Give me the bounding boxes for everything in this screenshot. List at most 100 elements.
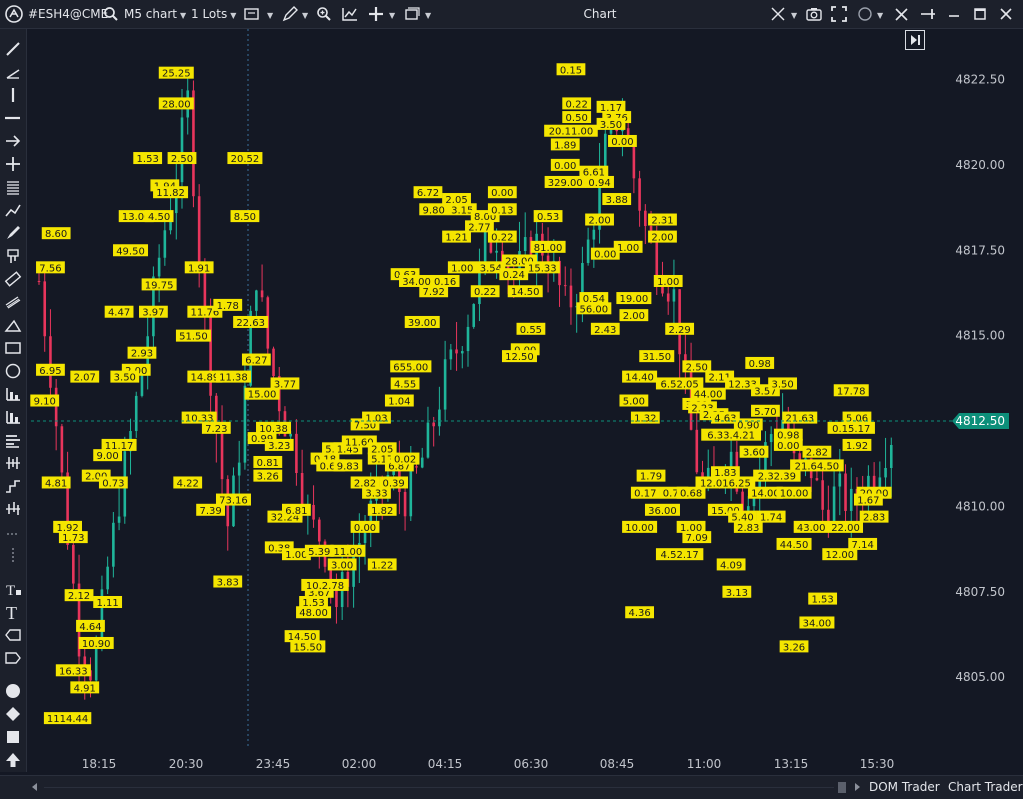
order-panel-icon[interactable] xyxy=(242,4,262,24)
candle-body xyxy=(426,422,430,458)
rectangle-tool-icon[interactable] xyxy=(3,338,23,358)
text-lock-tool-icon[interactable]: T xyxy=(3,579,23,599)
timeframe-dropdown[interactable]: M5 chart ▼ xyxy=(124,0,186,28)
ruler-tool-icon[interactable] xyxy=(3,269,23,289)
fibonacci-tool-icon[interactable] xyxy=(3,177,23,197)
price-chart[interactable]: 25.2528.001.532.5020.521.9411.8213.004.5… xyxy=(27,29,1023,774)
close-icon[interactable] xyxy=(996,4,1016,24)
indicators-icon[interactable] xyxy=(340,4,360,24)
minimize-icon[interactable] xyxy=(944,4,964,24)
order-panel-dropdown-arrow[interactable]: ▼ xyxy=(264,0,273,28)
trade-label: 10.00 xyxy=(622,520,658,534)
channel-tool-icon[interactable] xyxy=(3,292,23,312)
trade-label: 0.81 xyxy=(253,455,283,469)
square-marker-icon[interactable] xyxy=(3,727,23,747)
scroll-to-realtime-button[interactable] xyxy=(905,30,925,50)
trade-label: 0.55 xyxy=(516,322,546,336)
pitchfork-tool-icon[interactable] xyxy=(3,246,23,266)
crosshair-dropdown-arrow[interactable]: ▼ xyxy=(788,0,797,28)
templates-icon[interactable] xyxy=(402,4,422,24)
trade-label: 15.00 xyxy=(244,387,280,401)
pencil-icon[interactable] xyxy=(280,4,300,24)
fullscreen-icon[interactable] xyxy=(829,4,849,24)
lots-dropdown[interactable]: 1 Lots ▼ xyxy=(191,0,236,28)
ellipse-tool-icon[interactable] xyxy=(3,361,23,381)
candle-body xyxy=(112,522,115,567)
zoom-icon[interactable] xyxy=(314,4,334,24)
app-logo-icon[interactable] xyxy=(4,4,24,24)
bars-pattern-tool-icon[interactable] xyxy=(3,407,23,427)
step-line-tool-icon[interactable] xyxy=(3,476,23,496)
arrow-up-marker-icon[interactable] xyxy=(3,750,23,770)
trade-label-text: 3.50 xyxy=(771,379,793,390)
search-icon[interactable] xyxy=(101,4,121,24)
price-label-tool-icon[interactable] xyxy=(3,648,23,668)
triangle-tool-icon[interactable] xyxy=(3,315,23,335)
crosshair-icon[interactable] xyxy=(768,4,788,24)
scroll-track[interactable] xyxy=(44,787,834,788)
trade-label-text: 9.83 xyxy=(337,461,359,472)
gann-fan-tool-icon[interactable] xyxy=(3,384,23,404)
symbol-selector[interactable]: #ESH4@CME xyxy=(28,0,108,28)
price-range-tool-icon[interactable] xyxy=(3,453,23,473)
candle-body xyxy=(466,326,470,352)
trade-label-text: 2.00 xyxy=(623,311,645,322)
arrow-tool-icon[interactable] xyxy=(3,131,23,151)
chart-trader-tab[interactable]: Chart Trader xyxy=(948,776,1023,799)
circle-marker-icon[interactable] xyxy=(3,681,23,701)
link-color-icon[interactable] xyxy=(855,4,875,24)
trade-label: 36.00 xyxy=(644,503,680,517)
trade-label-text: 0.15.17 xyxy=(832,424,870,435)
polyline-tool-icon[interactable] xyxy=(3,200,23,220)
trade-label-text: 0.53 xyxy=(537,212,559,223)
templates-dropdown-arrow[interactable]: ▼ xyxy=(422,0,431,28)
label-tool-icon[interactable] xyxy=(3,625,23,645)
brush-tool-icon[interactable] xyxy=(3,223,23,243)
dom-trader-tab[interactable]: DOM Trader xyxy=(869,776,940,799)
candle-body xyxy=(403,491,407,517)
trade-label: 4.64 xyxy=(76,619,105,633)
horizontal-line-tool-icon[interactable] xyxy=(3,108,23,128)
trade-label-text: 1.79 xyxy=(640,472,662,483)
candle-body xyxy=(844,473,847,511)
scroll-right-icon[interactable] xyxy=(852,782,862,792)
maximize-icon[interactable] xyxy=(970,4,990,24)
add-dropdown-arrow[interactable]: ▼ xyxy=(386,0,395,28)
volume-profile-tool-icon[interactable] xyxy=(3,430,23,450)
trade-label-text: 14.40 xyxy=(625,373,654,384)
add-icon[interactable] xyxy=(366,4,386,24)
diamond-marker-icon[interactable] xyxy=(3,704,23,724)
trendline-tool-icon[interactable] xyxy=(3,39,23,59)
trade-label: 0.24 xyxy=(499,268,529,281)
trade-label: 0.00 xyxy=(487,186,517,199)
price-axis: 4822.50 4820.00 4817.50 4815.00 4812.50 4810.… xyxy=(955,73,1005,685)
trade-label-text: 3.54 xyxy=(480,263,502,274)
trade-label: 6.95 xyxy=(36,363,65,377)
drawing-dropdown-arrow[interactable]: ▼ xyxy=(299,0,308,28)
link-dropdown-arrow[interactable]: ▼ xyxy=(874,0,883,28)
camera-icon[interactable] xyxy=(804,4,824,24)
trade-label: 4.91 xyxy=(70,681,100,694)
candle-body xyxy=(260,290,264,298)
tools-icon[interactable] xyxy=(892,4,912,24)
chevron-down-icon: ▼ xyxy=(267,11,274,20)
trade-label-text: 0.00 xyxy=(594,250,616,261)
scroll-left-icon[interactable] xyxy=(30,782,40,792)
text-tool-icon[interactable]: T xyxy=(3,602,23,622)
date-range-tool-icon[interactable] xyxy=(3,499,23,519)
pin-icon[interactable] xyxy=(918,4,938,24)
trade-label: 2.00 xyxy=(648,230,677,244)
trade-label-text: 12.016.25 xyxy=(700,478,751,489)
trade-label-text: 43.00 xyxy=(797,523,826,534)
more-tools-icon[interactable] xyxy=(3,545,23,565)
vertical-line-tool-icon[interactable] xyxy=(3,85,23,105)
trade-label: 2.29 xyxy=(665,322,695,336)
trade-label-text: 12.50 xyxy=(505,352,534,363)
trade-label-text: 0.73 xyxy=(102,478,124,489)
time-tick-label: 08:45 xyxy=(600,757,635,771)
crosshair-tool-icon[interactable] xyxy=(3,154,23,174)
trade-label: 3.97 xyxy=(139,305,168,319)
ray-tool-icon[interactable] xyxy=(3,62,23,82)
scroll-thumb[interactable] xyxy=(838,782,846,793)
candle-body xyxy=(878,477,882,488)
